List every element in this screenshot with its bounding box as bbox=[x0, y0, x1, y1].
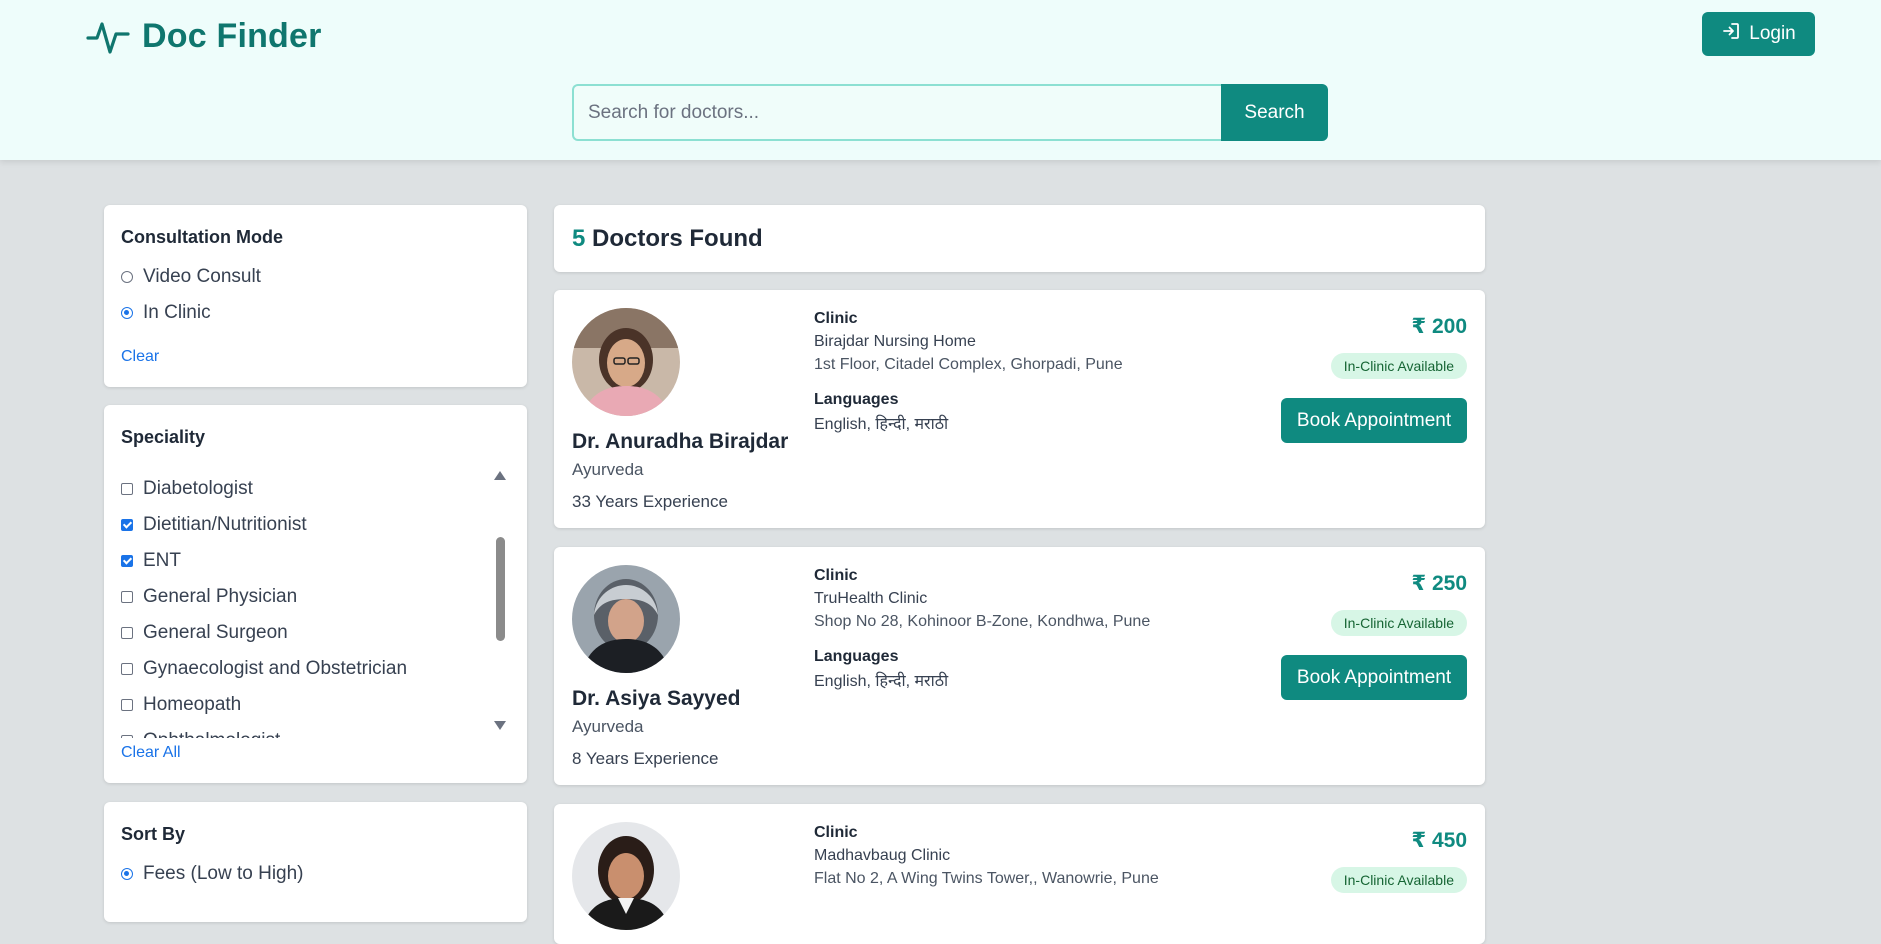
consultation-mode-filter: Consultation Mode Video Consult In Clini… bbox=[104, 205, 527, 387]
languages-label: Languages bbox=[814, 648, 899, 665]
languages-value: English, हिन्दी, मराठी bbox=[814, 416, 949, 433]
results-count-card: 5 Doctors Found bbox=[554, 205, 1485, 272]
consultation-fee: ₹ 450 bbox=[1411, 829, 1467, 852]
heartbeat-pulse-icon bbox=[86, 16, 130, 56]
consultation-mode-title: Consultation Mode bbox=[121, 227, 283, 247]
doctor-card: Dr. Asiya Sayyed Ayurveda 8 Years Experi… bbox=[554, 547, 1485, 785]
checkbox-diabetologist[interactable]: Diabetologist bbox=[121, 477, 253, 501]
results-count-label: Doctors Found bbox=[592, 225, 763, 252]
radio-in-clinic[interactable]: In Clinic bbox=[121, 301, 211, 325]
option-label: Fees (Low to High) bbox=[143, 863, 304, 884]
doctor-name[interactable]: Dr. Asiya Sayyed bbox=[572, 687, 741, 711]
clinic-label: Clinic bbox=[814, 567, 858, 584]
option-label: Homeopath bbox=[143, 694, 242, 715]
doctor-card: Dr. Anuradha Birajdar Ayurveda 33 Years … bbox=[554, 290, 1485, 528]
top-header: Doc Finder Login Search bbox=[0, 0, 1881, 160]
clinic-address: 1st Floor, Citadel Complex, Ghorpadi, Pu… bbox=[814, 356, 1123, 373]
radio-button[interactable] bbox=[121, 271, 133, 283]
doctor-experience: 8 Years Experience bbox=[572, 749, 719, 768]
clinic-label: Clinic bbox=[814, 824, 858, 841]
option-label: Gynaecologist and Obstetrician bbox=[143, 658, 408, 679]
option-label: General Surgeon bbox=[143, 622, 288, 643]
checkbox[interactable] bbox=[121, 663, 133, 675]
checkbox[interactable] bbox=[121, 735, 133, 738]
radio-button[interactable] bbox=[121, 868, 133, 880]
checkbox[interactable] bbox=[121, 519, 133, 531]
clinic-name: Birajdar Nursing Home bbox=[814, 333, 976, 350]
doctor-avatar bbox=[572, 308, 680, 416]
doctor-experience: 33 Years Experience bbox=[572, 492, 728, 511]
clear-consultation-link[interactable]: Clear bbox=[121, 348, 159, 366]
checkbox[interactable] bbox=[121, 627, 133, 639]
checkbox-ophthalmologist[interactable]: Ophthalmologist bbox=[121, 729, 280, 738]
sort-by-filter: Sort By Fees (Low to High) bbox=[104, 802, 527, 922]
doctor-speciality: Ayurveda bbox=[572, 717, 644, 736]
login-label: Login bbox=[1749, 23, 1796, 44]
checkbox[interactable] bbox=[121, 591, 133, 603]
brand-title: Doc Finder bbox=[142, 16, 322, 55]
doctor-card: Clinic Madhavbaug Clinic Flat No 2, A Wi… bbox=[554, 804, 1485, 944]
search-input[interactable] bbox=[572, 84, 1221, 141]
clinic-label: Clinic bbox=[814, 310, 858, 327]
consultation-fee: ₹ 250 bbox=[1411, 572, 1467, 595]
clinic-name: Madhavbaug Clinic bbox=[814, 847, 951, 864]
clinic-address: Shop No 28, Kohinoor B-Zone, Kondhwa, Pu… bbox=[814, 613, 1151, 630]
checkbox[interactable] bbox=[121, 483, 133, 495]
speciality-filter: Speciality Diabetologist Dietitian/Nutri… bbox=[104, 405, 527, 783]
checkbox-general-surgeon[interactable]: General Surgeon bbox=[121, 621, 288, 645]
checkbox-general-physician[interactable]: General Physician bbox=[121, 585, 297, 609]
languages-value: English, हिन्दी, मराठी bbox=[814, 673, 949, 690]
availability-badge: In-Clinic Available bbox=[1330, 610, 1467, 636]
availability-badge: In-Clinic Available bbox=[1330, 353, 1467, 379]
doctor-avatar bbox=[572, 565, 680, 673]
option-label: Dietitian/Nutritionist bbox=[143, 514, 307, 535]
languages-label: Languages bbox=[814, 391, 899, 408]
scroll-thumb[interactable] bbox=[496, 537, 505, 641]
checkbox[interactable] bbox=[121, 699, 133, 711]
search-button[interactable]: Search bbox=[1221, 84, 1328, 141]
checkbox-ent[interactable]: ENT bbox=[121, 549, 181, 573]
clinic-address: Flat No 2, A Wing Twins Tower,, Wanowrie… bbox=[814, 870, 1159, 887]
checkbox-homeopath[interactable]: Homeopath bbox=[121, 693, 241, 717]
sort-by-title: Sort By bbox=[121, 824, 186, 844]
clear-all-speciality-link[interactable]: Clear All bbox=[121, 744, 181, 762]
login-button[interactable]: Login bbox=[1702, 12, 1815, 56]
option-label: Video Consult bbox=[143, 266, 261, 287]
option-label: Ophthalmologist bbox=[143, 730, 280, 738]
doctor-name[interactable]: Dr. Anuradha Birajdar bbox=[572, 430, 788, 454]
radio-button[interactable] bbox=[121, 307, 133, 319]
scroll-down-arrow-icon[interactable] bbox=[494, 721, 506, 730]
checkbox[interactable] bbox=[121, 555, 133, 567]
results-count: 5 Doctors Found bbox=[572, 225, 763, 253]
checkbox-gynaecologist[interactable]: Gynaecologist and Obstetrician bbox=[121, 657, 407, 681]
doctor-avatar bbox=[572, 822, 680, 930]
option-label: Diabetologist bbox=[143, 478, 253, 499]
speciality-list: Diabetologist Dietitian/Nutritionist ENT… bbox=[104, 465, 504, 738]
option-label: In Clinic bbox=[143, 302, 211, 323]
consultation-fee: ₹ 200 bbox=[1411, 315, 1467, 338]
clinic-name: TruHealth Clinic bbox=[814, 590, 928, 607]
doctor-speciality: Ayurveda bbox=[572, 460, 644, 479]
search-bar: Search bbox=[572, 84, 1328, 141]
speciality-title: Speciality bbox=[121, 427, 206, 447]
results-count-number: 5 bbox=[572, 225, 586, 252]
scroll-up-arrow-icon[interactable] bbox=[494, 471, 506, 480]
login-arrow-icon bbox=[1721, 21, 1741, 47]
book-appointment-button[interactable]: Book Appointment bbox=[1281, 655, 1467, 700]
book-appointment-button[interactable]: Book Appointment bbox=[1281, 398, 1467, 443]
availability-badge: In-Clinic Available bbox=[1330, 867, 1467, 893]
checkbox-dietitian-nutritionist[interactable]: Dietitian/Nutritionist bbox=[121, 513, 307, 537]
radio-fees-low-to-high[interactable]: Fees (Low to High) bbox=[121, 862, 304, 886]
option-label: ENT bbox=[143, 550, 181, 571]
radio-video-consult[interactable]: Video Consult bbox=[121, 265, 261, 289]
brand[interactable]: Doc Finder bbox=[86, 12, 322, 60]
option-label: General Physician bbox=[143, 586, 298, 607]
speciality-scrollbar[interactable] bbox=[489, 465, 511, 738]
